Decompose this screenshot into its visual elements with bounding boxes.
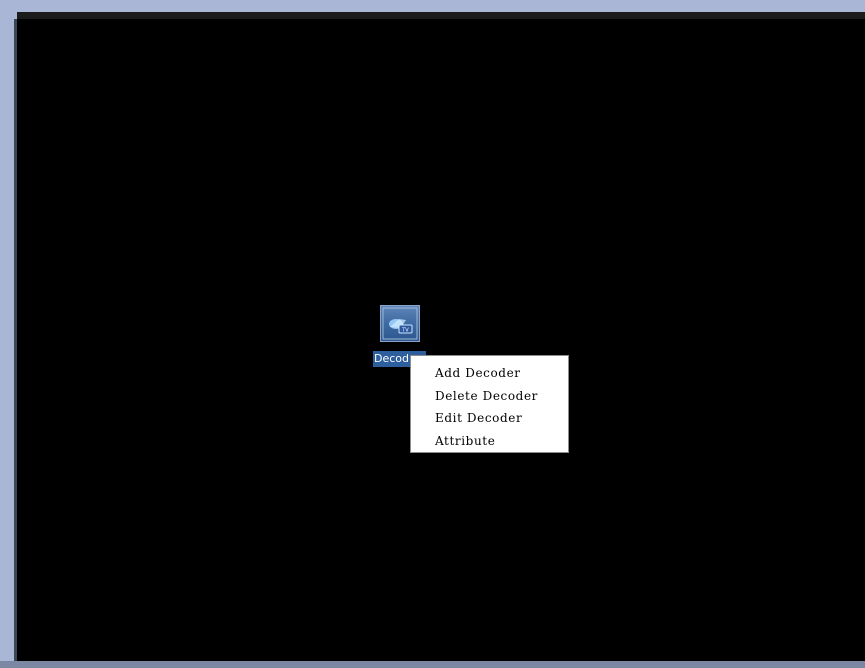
menu-item-edit-decoder[interactable]: Edit Decoder: [411, 407, 568, 430]
menu-item-attribute[interactable]: Attribute: [411, 430, 568, 453]
decoder-tv-glyph: TV: [382, 307, 418, 340]
context-menu: Add Decoder Delete Decoder Edit Decoder …: [410, 355, 569, 453]
menu-item-delete-decoder[interactable]: Delete Decoder: [411, 385, 568, 408]
decoder-canvas[interactable]: [17, 19, 865, 661]
window-bottom-edge: [0, 661, 865, 668]
decoder-tv-icon[interactable]: TV: [380, 305, 420, 342]
svg-text:TV: TV: [401, 328, 409, 334]
application-window: TV Decod Add Decoder Delete Decoder Edit…: [0, 0, 865, 668]
menu-item-add-decoder[interactable]: Add Decoder: [411, 362, 568, 385]
window-top-border: [17, 12, 865, 19]
